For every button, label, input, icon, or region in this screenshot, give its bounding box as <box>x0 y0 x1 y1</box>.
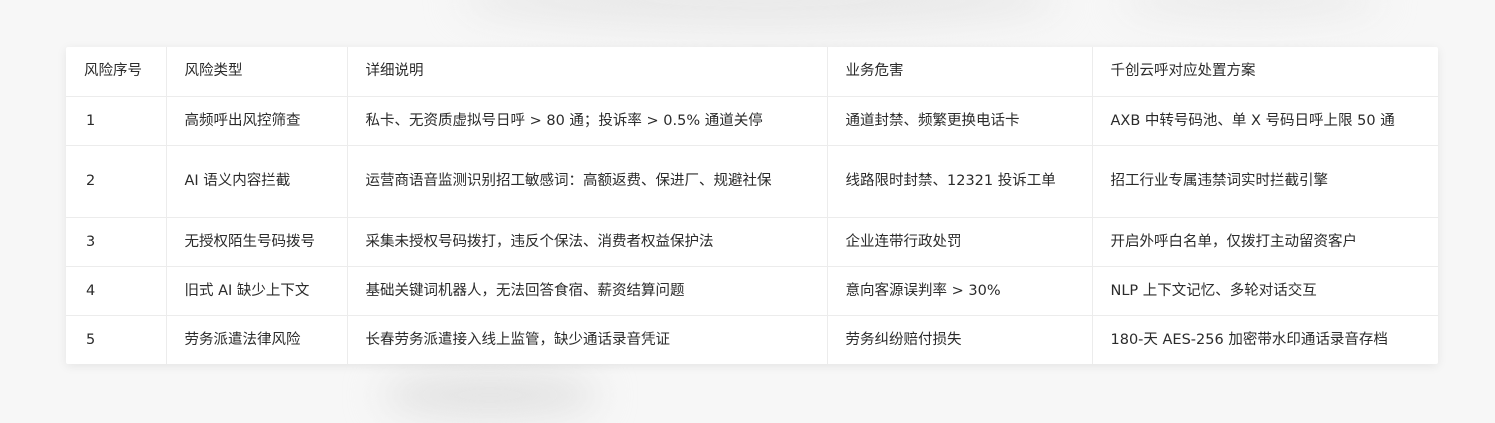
header-risk-index: 风险序号 <box>66 47 167 97</box>
cell-type: AI 语义内容拦截 <box>166 145 348 218</box>
cell-detail: 私卡、无资质虚拟号日呼 > 80 通；投诉率 > 0.5% 通道关停 <box>347 96 828 146</box>
cell-type: 劳务派遣法律风险 <box>166 315 348 364</box>
cell-harm: 企业连带行政处罚 <box>827 217 1093 267</box>
table-row: 5 劳务派遣法律风险 长春劳务派遣接入线上监管，缺少通话录音凭证 劳务纠纷赔付损… <box>66 315 1438 364</box>
cell-detail: 运营商语音监测识别招工敏感词：高额返费、保进厂、规避社保 <box>347 145 828 218</box>
table-row: 1 高频呼出风控筛查 私卡、无资质虚拟号日呼 > 80 通；投诉率 > 0.5%… <box>66 96 1438 146</box>
cell-harm: 通道封禁、频繁更换电话卡 <box>827 96 1093 146</box>
cell-solution: 180-天 AES-256 加密带水印通话录音存档 <box>1110 331 1388 348</box>
cell-index: 2 <box>66 145 167 218</box>
cell-detail: 长春劳务派遣接入线上监管，缺少通话录音凭证 <box>347 315 828 364</box>
cell-type: 无授权陌生号码拨号 <box>166 217 348 267</box>
cell-type: 高频呼出风控筛查 <box>166 96 348 146</box>
cell-solution: 招工行业专属违禁词实时拦截引擎 <box>1092 145 1438 218</box>
cell-index: 5 <box>66 315 167 364</box>
background-blur-top-right <box>1120 0 1380 20</box>
risk-table-card: 风险序号 风险类型 详细说明 业务危害 千创云呼对应处置方案 1 高频呼出风控筛… <box>66 47 1438 364</box>
header-risk-type: 风险类型 <box>166 47 348 97</box>
cell-harm: 线路限时封禁、12321 投诉工单 <box>827 145 1093 218</box>
header-solution: 千创云呼对应处置方案 <box>1092 47 1438 97</box>
cell-detail: 基础关键词机器人，无法回答食宿、薪资结算问题 <box>347 266 828 316</box>
cell-index: 4 <box>66 266 167 316</box>
cell-type: 旧式 AI 缺少上下文 <box>166 266 348 316</box>
cell-detail: 采集未授权号码拨打，违反个保法、消费者权益保护法 <box>347 217 828 267</box>
table-header-row: 风险序号 风险类型 详细说明 业务危害 千创云呼对应处置方案 <box>66 47 1438 97</box>
cell-index: 3 <box>66 217 167 267</box>
cell-index: 1 <box>66 96 167 146</box>
risk-table: 风险序号 风险类型 详细说明 业务危害 千创云呼对应处置方案 1 高频呼出风控筛… <box>66 47 1438 364</box>
table-row: 3 无授权陌生号码拨号 采集未授权号码拨打，违反个保法、消费者权益保护法 企业连… <box>66 217 1438 267</box>
header-business-harm: 业务危害 <box>827 47 1093 97</box>
cell-solution: 开启外呼白名单，仅拨打主动留资客户 <box>1092 217 1438 267</box>
header-detail: 详细说明 <box>347 47 828 97</box>
table-row: 2 AI 语义内容拦截 运营商语音监测识别招工敏感词：高额返费、保进厂、规避社保… <box>66 145 1438 218</box>
background-blur-bottom <box>380 372 600 418</box>
background-blur-top <box>460 0 1060 30</box>
cell-harm: 意向客源误判率 > 30% <box>827 266 1093 316</box>
table-row: 4 旧式 AI 缺少上下文 基础关键词机器人，无法回答食宿、薪资结算问题 意向客… <box>66 266 1438 316</box>
cell-harm: 劳务纠纷赔付损失 <box>827 315 1093 364</box>
cell-solution: NLP 上下文记忆、多轮对话交互 <box>1092 266 1438 316</box>
cell-solution: AXB 中转号码池、单 X 号码日呼上限 50 通 <box>1092 96 1438 146</box>
